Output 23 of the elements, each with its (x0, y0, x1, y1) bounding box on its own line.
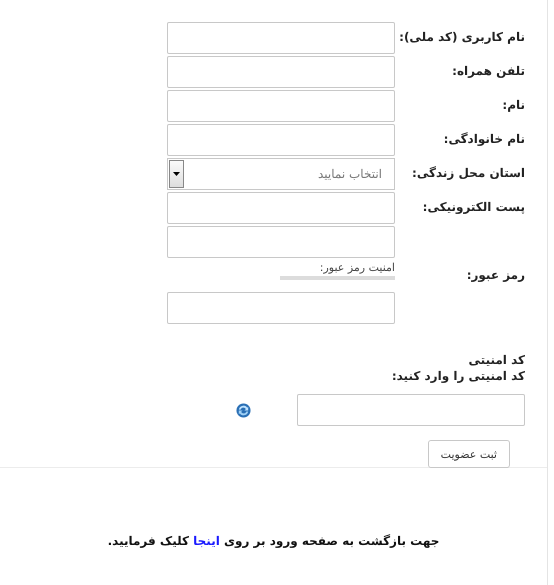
text-field[interactable] (167, 124, 395, 156)
captcha-title: کد امنیتی (468, 352, 525, 368)
field-label: پست الکترونیکی: (422, 199, 525, 214)
field-label: رمز عبور: (466, 268, 525, 282)
password-confirm-field[interactable] (167, 292, 395, 324)
password-field[interactable] (167, 226, 395, 258)
captcha-prompt: کد امنیتی را وارد کنید: (390, 368, 525, 384)
password-strength-label: امنیت رمز عبور: (320, 261, 395, 274)
back-to-login-text: جهت بازگشت به صفحه ورود بر روی اینجا کلیک فرمایید. (108, 534, 440, 548)
field-label: نام: (501, 97, 525, 112)
field-label: نام خانوادگی: (442, 131, 525, 146)
refresh-icon[interactable] (236, 402, 251, 418)
province-dropdown[interactable]: انتخاب نمایید (167, 158, 395, 190)
captcha-field[interactable] (297, 394, 525, 426)
text-field[interactable] (167, 56, 395, 88)
field-label: نام کاربری (کد ملی): (398, 29, 525, 44)
text-field[interactable] (167, 22, 395, 54)
field-label: استان محل زندگی: (411, 165, 525, 180)
text-field[interactable] (167, 90, 395, 122)
register-button[interactable]: ثبت عضویت (428, 440, 510, 468)
here-link[interactable]: اینجا (193, 534, 220, 548)
text-field[interactable] (167, 192, 395, 224)
field-label: تلفن همراه: (451, 63, 525, 78)
